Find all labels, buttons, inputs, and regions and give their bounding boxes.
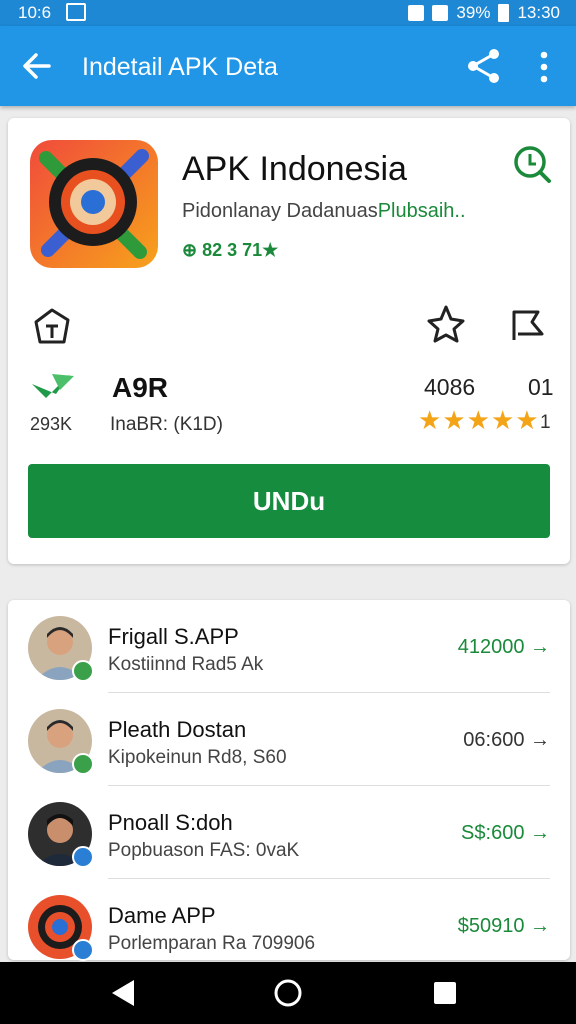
list-item-price[interactable]: 412000 → xyxy=(458,636,550,659)
app-detail-card: APK Indonesia Pidonlanay DadanuasPlubsai… xyxy=(8,118,570,564)
list-item-subtitle: Kipokeinun Rd8, S60 xyxy=(108,747,287,768)
app-bar: Indetail APK Deta xyxy=(0,26,576,106)
star-icon: ★ xyxy=(515,405,539,435)
status-right: 39% 13:30 xyxy=(408,3,560,23)
list-item-name: Pnoall S:doh xyxy=(108,810,233,835)
rating-extra: 01 xyxy=(528,374,554,400)
list-item[interactable]: Pnoall S:doh Popbuason FAS: 0vaK S$:600 → xyxy=(8,786,570,878)
verified-badge-icon xyxy=(72,660,94,682)
list-item-price[interactable]: 06:600 → xyxy=(463,729,550,752)
flag-icon[interactable] xyxy=(508,304,548,344)
stat-count: 293K xyxy=(30,414,73,434)
more-vert-icon[interactable] xyxy=(536,50,552,84)
star-icon: ★ xyxy=(418,405,442,435)
stat-main: A9R xyxy=(112,372,169,403)
list-item-name: Pleath Dostan xyxy=(108,717,247,742)
notification-icon xyxy=(66,3,86,21)
list-item-price[interactable]: S$:600 → xyxy=(461,822,550,845)
status-time: 10:6 xyxy=(18,3,52,22)
star-rating: ★ ★ ★ ★ ★ xyxy=(418,406,539,434)
wifi-icon xyxy=(432,5,449,21)
list-item[interactable]: Pleath Dostan Kipokeinun Rd8, S60 06:600 → xyxy=(8,693,570,785)
developer-link[interactable]: Plubsaih.. xyxy=(378,200,466,222)
list-item-subtitle: Porlemparan Ra 709906 xyxy=(108,933,316,954)
search-icon[interactable] xyxy=(512,144,552,184)
download-button[interactable]: UNDu xyxy=(28,464,550,538)
battery-percent: 39% xyxy=(456,3,491,22)
app-name: APK Indonesia xyxy=(182,150,407,188)
share-icon[interactable] xyxy=(466,48,502,84)
back-arrow-icon[interactable] xyxy=(22,48,52,84)
star-icon: ★ xyxy=(466,405,490,435)
recents-nav-icon[interactable] xyxy=(428,976,462,1010)
app-developer: Pidonlanay DadanuasPlubsaih.. xyxy=(182,200,466,223)
list-item-price[interactable]: $50910 → xyxy=(458,915,550,938)
page-title: Indetail APK Deta xyxy=(82,53,278,81)
related-apps-list: Frigall S.APP Kostiinnd Rad5 Ak 412000 → Pl… xyxy=(8,600,570,961)
app-logo-icon xyxy=(30,140,158,268)
list-item-subtitle: Popbuason FAS: 0vaK xyxy=(108,840,300,861)
star-outline-icon[interactable] xyxy=(426,304,466,344)
back-nav-icon[interactable] xyxy=(106,976,140,1010)
list-item-name: Dame APP xyxy=(108,903,216,928)
star-icon: ★ xyxy=(490,405,515,435)
developer-name: Pidonlanay Dadanuas xyxy=(182,200,378,222)
verified-badge-icon xyxy=(72,846,94,868)
house-icon[interactable] xyxy=(32,306,72,346)
status-bar: 10:6 39% 13:30 xyxy=(0,0,576,26)
sim-icon xyxy=(408,5,425,21)
rating-tail: 1 xyxy=(540,412,551,433)
stat-sub: InaBR: (K1D) xyxy=(110,414,223,435)
battery-icon xyxy=(498,4,510,22)
list-item-subtitle: Kostiinnd Rad5 Ak xyxy=(108,654,264,675)
verified-badge-icon xyxy=(72,939,94,961)
navigation-bar xyxy=(0,962,576,1024)
list-item[interactable]: Dame APP Porlemparan Ra 709906 $50910 → xyxy=(8,879,570,971)
star-icon: ★ xyxy=(442,405,466,435)
list-item[interactable]: Frigall S.APP Kostiinnd Rad5 Ak 412000 → xyxy=(8,600,570,692)
rating-value: 4086 xyxy=(424,374,476,400)
check-icon xyxy=(32,374,74,398)
list-item-name: Frigall S.APP xyxy=(108,624,239,649)
verified-badge-icon xyxy=(72,753,94,775)
status-clock: 13:30 xyxy=(517,3,560,22)
home-nav-icon[interactable] xyxy=(271,976,305,1010)
app-badge: ⊕ 82 3 71★ xyxy=(182,240,279,260)
